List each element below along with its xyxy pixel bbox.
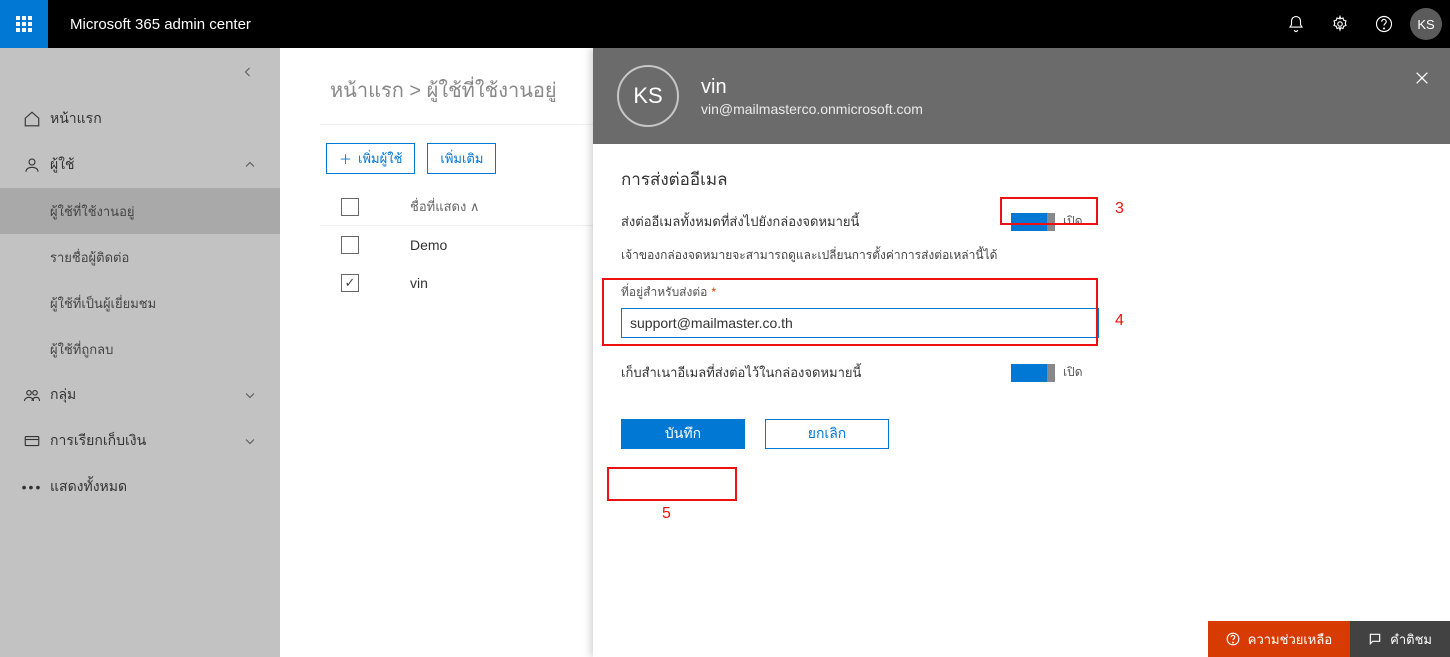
- nav-active-users[interactable]: ผู้ใช้ที่ใช้งานอยู่: [0, 188, 280, 234]
- nav-groups-label: กลุ่ม: [50, 384, 244, 406]
- nav-home-label: หน้าแรก: [50, 108, 280, 130]
- nav-show-all[interactable]: ••• แสดงทั้งหมด: [0, 464, 280, 510]
- nav-groups[interactable]: กลุ่ม: [0, 372, 280, 418]
- forward-all-row: ส่งต่ออีเมลทั้งหมดที่ส่งไปยังกล่องจดหมาย…: [621, 211, 1422, 232]
- breadcrumb-sep: >: [404, 80, 427, 102]
- owner-hint: เจ้าของกล่องจดหมายจะสามารถดูและเปลี่ยนกา…: [621, 246, 1422, 265]
- panel-actions: บันทึก ยกเลิก: [621, 419, 1422, 449]
- topbar: Microsoft 365 admin center KS: [0, 0, 1450, 48]
- feedback-label: คำติชม: [1390, 629, 1432, 650]
- chevron-up-icon: [244, 159, 268, 171]
- more-icon: •••: [14, 479, 50, 495]
- forward-all-state: เปิด: [1063, 212, 1083, 231]
- close-panel-button[interactable]: [1414, 70, 1430, 86]
- row-checkbox[interactable]: [341, 236, 359, 254]
- keep-copy-toggle[interactable]: [1011, 364, 1055, 382]
- nav-guest-users[interactable]: ผู้ใช้ที่เป็นผู้เยี่ยมชม: [0, 280, 280, 326]
- help-icon: [1226, 632, 1240, 646]
- panel-user-email: vin@mailmasterco.onmicrosoft.com: [701, 101, 923, 117]
- chevron-left-icon: [242, 66, 254, 78]
- help-icon[interactable]: [1362, 0, 1406, 48]
- panel-body: การส่งต่ออีเมล ส่งต่ออีเมลทั้งหมดที่ส่งไ…: [593, 144, 1450, 471]
- panel-user-name: vin: [701, 76, 923, 99]
- keep-copy-label: เก็บสำเนาอีเมลที่ส่งต่อไว้ในกล่องจดหมายน…: [621, 362, 1011, 383]
- save-button[interactable]: บันทึก: [621, 419, 745, 449]
- chevron-down-icon: [244, 389, 268, 401]
- home-icon: [14, 110, 50, 128]
- groups-icon: [14, 386, 50, 404]
- select-all-checkbox[interactable]: [341, 198, 359, 216]
- row-checkbox[interactable]: [341, 274, 359, 292]
- keep-copy-row: เก็บสำเนาอีเมลที่ส่งต่อไว้ในกล่องจดหมายน…: [621, 362, 1422, 383]
- nav-billing[interactable]: การเรียกเก็บเงิน: [0, 418, 280, 464]
- add-user-button[interactable]: ＋ เพิ่มผู้ใช้: [326, 143, 415, 174]
- nav-contacts[interactable]: รายชื่อผู้ติดต่อ: [0, 234, 280, 280]
- forward-address-label: ที่อยู่สำหรับส่งต่อ*: [621, 283, 1422, 302]
- need-help-label: ความช่วยเหลือ: [1248, 629, 1332, 650]
- app-launcher[interactable]: [0, 0, 48, 48]
- forward-address-input[interactable]: [621, 308, 1099, 338]
- user-avatar[interactable]: KS: [1410, 8, 1442, 40]
- app-title: Microsoft 365 admin center: [70, 16, 251, 33]
- breadcrumb-current: ผู้ใช้ที่ใช้งานอยู่: [427, 80, 557, 102]
- more-label: เพิ่มเติม: [440, 148, 483, 169]
- more-button[interactable]: เพิ่มเติม: [427, 143, 496, 174]
- waffle-icon: [16, 16, 32, 32]
- billing-icon: [14, 432, 50, 450]
- keep-copy-state: เปิด: [1063, 363, 1083, 382]
- nav-users[interactable]: ผู้ใช้: [0, 142, 280, 188]
- breadcrumb-home[interactable]: หน้าแรก: [330, 80, 404, 102]
- collapse-nav[interactable]: [0, 48, 280, 96]
- section-email-forwarding: การส่งต่ออีเมล: [621, 166, 1422, 193]
- forward-all-label: ส่งต่ออีเมลทั้งหมดที่ส่งไปยังกล่องจดหมาย…: [621, 211, 1011, 232]
- user-detail-panel: KS vin vin@mailmasterco.onmicrosoft.com …: [593, 48, 1450, 657]
- notifications-icon[interactable]: [1274, 0, 1318, 48]
- cancel-button[interactable]: ยกเลิก: [765, 419, 889, 449]
- topbar-actions: KS: [1274, 0, 1450, 48]
- footer-buttons: ความช่วยเหลือ คำติชม: [1208, 621, 1450, 657]
- forward-all-toggle[interactable]: [1011, 213, 1055, 231]
- plus-icon: ＋: [339, 149, 352, 168]
- left-nav: หน้าแรก ผู้ใช้ ผู้ใช้ที่ใช้งานอยู่ รายชื…: [0, 48, 280, 657]
- feedback-button[interactable]: คำติชม: [1350, 621, 1450, 657]
- user-icon: [14, 156, 50, 174]
- panel-avatar: KS: [617, 65, 679, 127]
- panel-header: KS vin vin@mailmasterco.onmicrosoft.com: [593, 48, 1450, 144]
- need-help-button[interactable]: ความช่วยเหลือ: [1208, 621, 1350, 657]
- chat-icon: [1368, 632, 1382, 646]
- nav-users-label: ผู้ใช้: [50, 154, 244, 176]
- add-user-label: เพิ่มผู้ใช้: [358, 148, 402, 169]
- nav-billing-label: การเรียกเก็บเงิน: [50, 430, 244, 452]
- chevron-down-icon: [244, 435, 268, 447]
- close-icon: [1414, 70, 1430, 86]
- sort-asc-icon: ∧: [470, 199, 480, 214]
- nav-showall-label: แสดงทั้งหมด: [50, 476, 280, 498]
- settings-icon[interactable]: [1318, 0, 1362, 48]
- nav-deleted-users[interactable]: ผู้ใช้ที่ถูกลบ: [0, 326, 280, 372]
- nav-home[interactable]: หน้าแรก: [0, 96, 280, 142]
